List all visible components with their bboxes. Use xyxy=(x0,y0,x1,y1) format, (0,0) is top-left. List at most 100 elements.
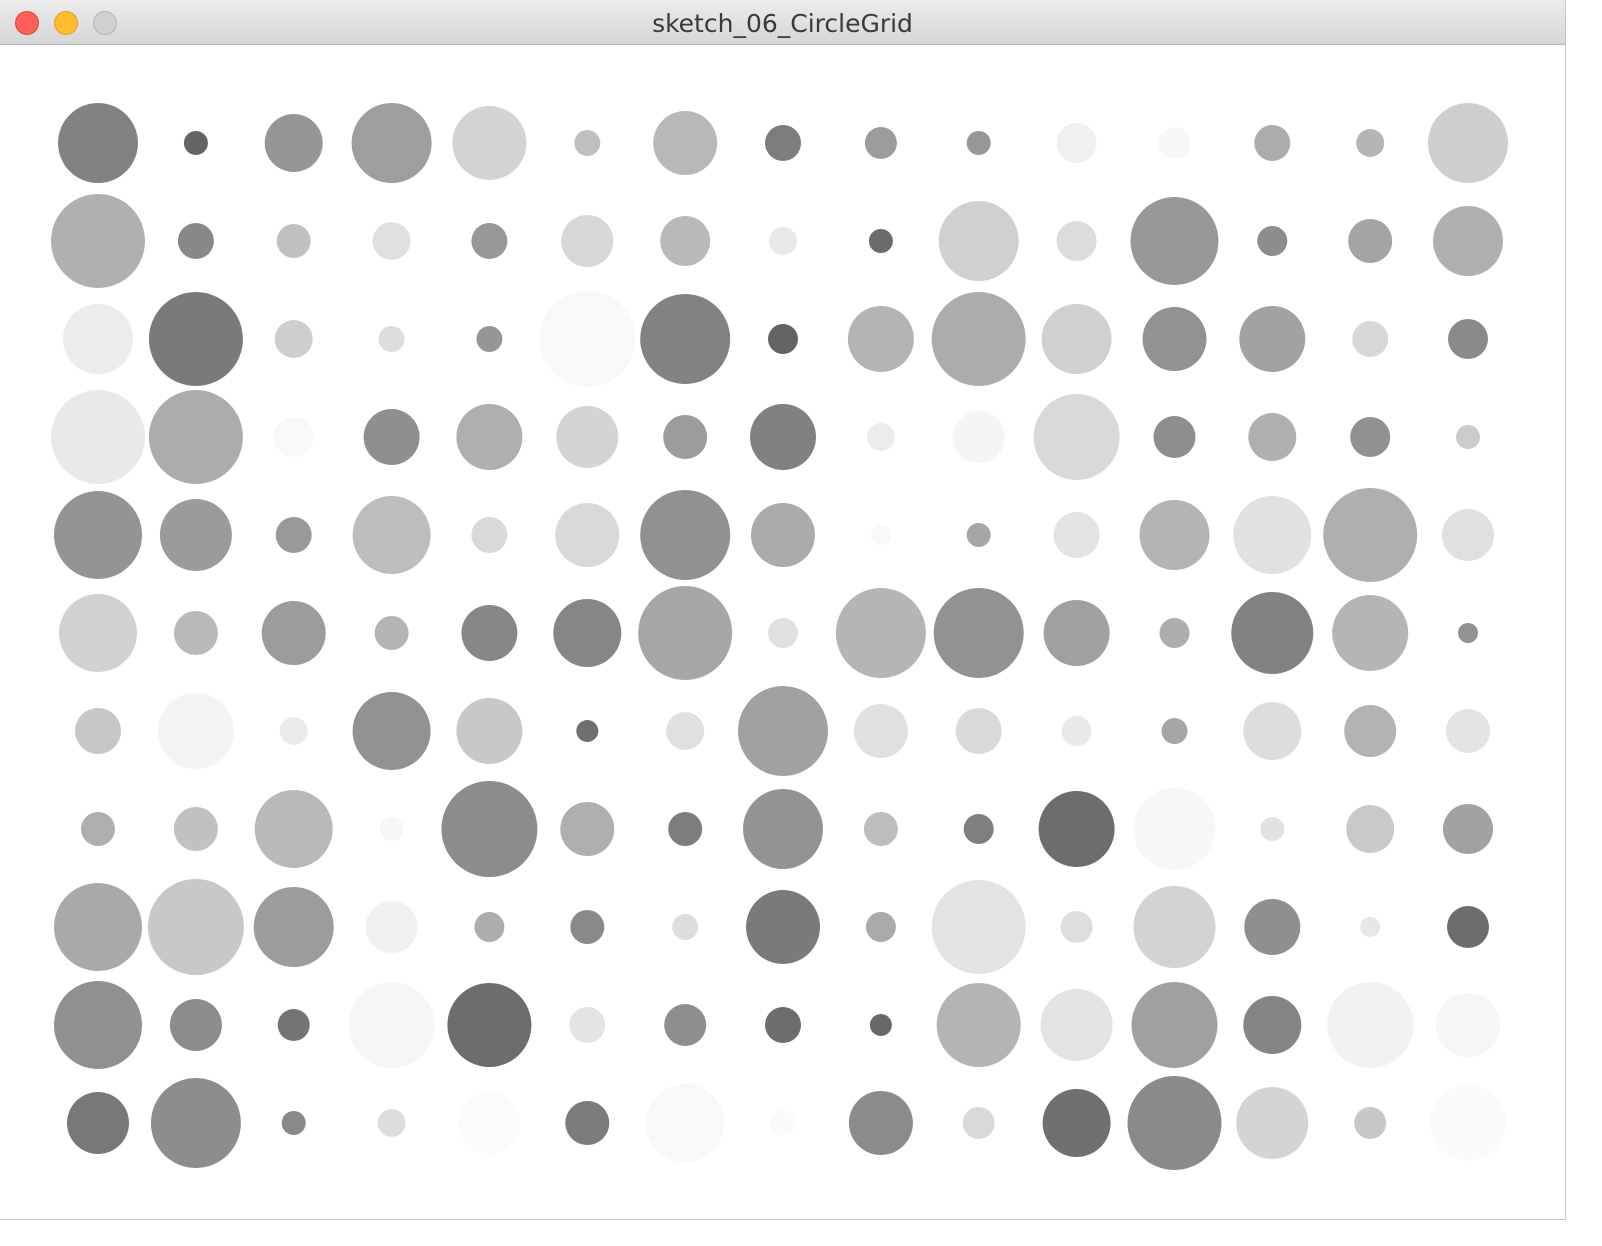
grid-circle xyxy=(54,491,142,579)
grid-circle xyxy=(743,789,823,869)
grid-circle xyxy=(276,224,311,258)
grid-circle xyxy=(768,618,798,648)
grid-circle xyxy=(1436,993,1500,1057)
grid-circle xyxy=(273,417,314,457)
grid-circle xyxy=(1356,129,1385,157)
grid-circle xyxy=(148,292,243,386)
grid-circle xyxy=(67,1092,129,1154)
grid-circle xyxy=(848,1091,913,1155)
grid-circle xyxy=(173,807,218,851)
grid-circle xyxy=(147,879,244,975)
grid-circle xyxy=(169,999,222,1051)
grid-circle xyxy=(553,599,622,667)
grid-circle xyxy=(1133,788,1216,870)
grid-circle xyxy=(379,817,404,841)
grid-circle xyxy=(75,708,121,754)
grid-circle xyxy=(835,588,926,678)
grid-circle xyxy=(461,605,518,661)
grid-circle xyxy=(765,125,801,161)
grid-circle xyxy=(865,912,896,942)
grid-circle xyxy=(646,1084,725,1162)
grid-circle xyxy=(574,130,601,156)
grid-circle xyxy=(1139,500,1210,570)
grid-circle xyxy=(868,229,893,253)
grid-circle xyxy=(183,131,208,155)
grid-circle xyxy=(363,409,420,465)
grid-circle xyxy=(955,708,1002,754)
grid-circle xyxy=(1142,307,1207,371)
grid-circle xyxy=(1443,804,1493,854)
grid-circle xyxy=(81,812,115,846)
grid-circle xyxy=(148,390,243,484)
grid-circle xyxy=(1040,989,1113,1061)
grid-circle xyxy=(253,887,334,967)
grid-circle xyxy=(159,499,232,571)
grid-circle xyxy=(1161,718,1188,744)
grid-circle xyxy=(560,802,615,856)
grid-circle xyxy=(1041,304,1112,374)
grid-circle xyxy=(281,1111,306,1135)
grid-circle xyxy=(653,111,718,175)
grid-circle xyxy=(1127,1076,1222,1170)
grid-circle xyxy=(966,131,991,155)
grid-circle xyxy=(254,790,333,868)
grid-circle xyxy=(458,1092,521,1154)
grid-circle xyxy=(931,880,1026,974)
grid-circle xyxy=(770,1110,796,1136)
grid-circle xyxy=(1130,197,1219,285)
grid-circle xyxy=(1159,618,1190,648)
grid-circle xyxy=(378,326,405,352)
grid-circle xyxy=(1056,221,1097,261)
grid-circle xyxy=(51,390,145,484)
grid-circle xyxy=(348,982,435,1068)
grid-circle xyxy=(452,106,527,180)
grid-circle xyxy=(352,496,431,574)
grid-circle xyxy=(456,404,523,470)
grid-circle xyxy=(869,1014,892,1036)
grid-circle xyxy=(157,693,234,769)
grid-circle xyxy=(569,1007,606,1043)
grid-circle xyxy=(1131,982,1218,1068)
grid-circle xyxy=(1430,1085,1506,1161)
grid-circle xyxy=(1447,906,1489,948)
grid-circle xyxy=(933,588,1024,678)
grid-circle xyxy=(1056,123,1097,163)
grid-circle xyxy=(1323,488,1418,582)
grid-circle xyxy=(1153,416,1196,458)
title-bar[interactable]: sketch_06_CircleGrid xyxy=(0,0,1565,45)
grid-circle xyxy=(264,114,323,172)
grid-circle xyxy=(177,223,214,259)
grid-circle xyxy=(1446,709,1490,753)
grid-circle xyxy=(1350,417,1391,457)
grid-circle xyxy=(556,406,619,468)
grid-circle xyxy=(565,1101,610,1145)
grid-circle xyxy=(666,712,705,750)
grid-circle xyxy=(352,692,431,770)
grid-circle xyxy=(1231,592,1314,674)
grid-circle xyxy=(1344,705,1397,757)
grid-circle xyxy=(1239,306,1306,372)
grid-circle xyxy=(962,1107,995,1139)
circle-grid xyxy=(51,103,1508,1170)
grid-circle xyxy=(1352,321,1389,357)
grid-circle xyxy=(638,586,733,680)
grid-circle xyxy=(570,910,605,944)
grid-circle xyxy=(374,616,409,650)
grid-circle xyxy=(768,324,798,354)
grid-circle xyxy=(561,215,614,267)
grid-circle xyxy=(1243,702,1302,760)
grid-circle xyxy=(1433,206,1503,276)
grid-circle xyxy=(474,912,505,942)
grid-circle xyxy=(952,411,1005,463)
grid-circle xyxy=(738,686,828,776)
grid-circle xyxy=(1133,886,1216,968)
grid-circle xyxy=(1458,623,1478,643)
grid-circle xyxy=(1346,805,1395,853)
grid-circle xyxy=(936,983,1021,1067)
grid-circle xyxy=(1332,595,1409,671)
grid-circle xyxy=(1244,899,1301,955)
grid-circle xyxy=(1061,716,1092,746)
grid-circle xyxy=(63,304,133,374)
grid-circle xyxy=(1038,791,1115,867)
grid-circle xyxy=(261,601,326,665)
